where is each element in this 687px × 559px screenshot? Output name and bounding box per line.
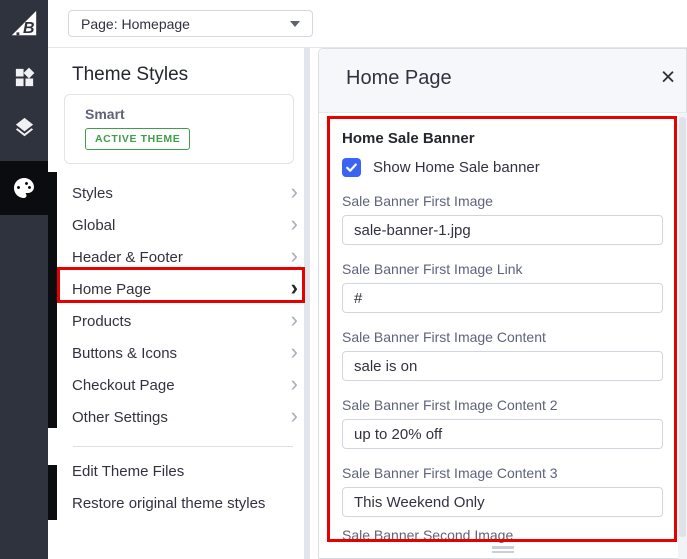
nav-item-label: Other Settings bbox=[72, 408, 168, 426]
rail-active-item bbox=[0, 161, 48, 215]
bigcommerce-logo-icon[interactable]: B bbox=[0, 6, 48, 40]
settings-field: Sale Banner First Image Link bbox=[342, 261, 663, 313]
nav-item-label: Products bbox=[72, 312, 132, 330]
checkbox-label: Show Home Sale banner bbox=[373, 159, 540, 176]
field-label: Sale Banner First Image Content 2 bbox=[342, 397, 558, 413]
theme-styles-sidebar: Theme Styles Smart ACTIVE THEME Styles ›… bbox=[56, 48, 318, 559]
section-heading: Home Sale Banner bbox=[342, 130, 475, 147]
close-icon[interactable]: × bbox=[655, 62, 681, 92]
rail-edge-strip-bottom bbox=[48, 465, 57, 520]
field-label: Sale Banner First Image Content 3 bbox=[342, 465, 558, 481]
nav-item-label: Global bbox=[72, 216, 116, 234]
field-input[interactable] bbox=[342, 419, 663, 449]
chevron-right-icon: › bbox=[290, 339, 298, 364]
palette-icon[interactable] bbox=[0, 161, 48, 215]
sidebar-divider bbox=[73, 446, 293, 447]
chevron-right-icon: › bbox=[290, 211, 298, 236]
settings-field: Sale Banner First Image Content 3 bbox=[342, 465, 663, 517]
theme-editor-window: B Page: Homepage Theme Styles Smart ACTI… bbox=[0, 0, 687, 559]
next-section-label: Sale Banner Second Image bbox=[342, 527, 514, 543]
sidebar-nav-item[interactable]: Styles › bbox=[56, 177, 318, 209]
panel-scrollbar-thumb[interactable] bbox=[679, 117, 686, 537]
sidebar-nav-item[interactable]: Buttons & Icons › bbox=[56, 337, 318, 369]
sidebar-scrollbar[interactable] bbox=[304, 48, 310, 559]
chevron-right-icon: › bbox=[290, 403, 298, 428]
field-label: Sale Banner First Image Content bbox=[342, 329, 546, 345]
chevron-right-icon: › bbox=[290, 179, 298, 204]
nav-item-label: Checkout Page bbox=[72, 376, 175, 394]
scroll-handle-icon bbox=[492, 546, 514, 554]
sidebar-nav-item[interactable]: Products › bbox=[56, 305, 318, 337]
widgets-icon[interactable] bbox=[0, 63, 48, 91]
page-selector-value: Page: Homepage bbox=[81, 15, 190, 32]
check-icon bbox=[346, 163, 357, 172]
sidebar-nav-item[interactable]: Global › bbox=[56, 209, 318, 241]
nav-item-label: Buttons & Icons bbox=[72, 344, 178, 362]
checkbox[interactable] bbox=[342, 158, 361, 177]
active-theme-badge: ACTIVE THEME bbox=[85, 128, 191, 150]
field-label: Sale Banner First Image bbox=[342, 193, 493, 209]
field-input[interactable] bbox=[342, 283, 663, 313]
chevron-right-icon: › bbox=[290, 243, 298, 268]
settings-field: Sale Banner First Image bbox=[342, 193, 663, 245]
chevron-right-icon: › bbox=[290, 275, 298, 300]
field-label: Sale Banner First Image Link bbox=[342, 261, 523, 277]
active-theme-card[interactable]: Smart ACTIVE THEME bbox=[64, 94, 294, 164]
settings-field: Sale Banner First Image Content bbox=[342, 329, 663, 381]
settings-field: Sale Banner First Image Content 2 bbox=[342, 397, 663, 449]
chevron-right-icon: › bbox=[290, 307, 298, 332]
chevron-right-icon: › bbox=[290, 371, 298, 396]
nav-item-label: Home Page bbox=[72, 280, 152, 298]
layers-icon[interactable] bbox=[0, 113, 48, 141]
field-input[interactable] bbox=[342, 487, 663, 517]
show-banner-checkbox-row[interactable]: Show Home Sale banner bbox=[342, 158, 540, 177]
nav-item-label: Styles bbox=[72, 184, 113, 202]
panel-title: Home Page bbox=[346, 67, 452, 89]
theme-name: Smart bbox=[85, 106, 125, 122]
nav-item-label: Header & Footer bbox=[72, 248, 183, 266]
field-input[interactable] bbox=[342, 351, 663, 381]
svg-text:B: B bbox=[23, 20, 35, 37]
restore-theme-styles-link[interactable]: Restore original theme styles bbox=[72, 495, 265, 512]
sidebar-nav-item[interactable]: Header & Footer › bbox=[56, 241, 318, 273]
sidebar-title: Theme Styles bbox=[72, 64, 189, 85]
sidebar-nav: Styles › Global › Header & Footer › Home… bbox=[56, 177, 318, 433]
field-input[interactable] bbox=[342, 215, 663, 245]
caret-down-icon bbox=[290, 20, 300, 27]
sidebar-nav-item[interactable]: Home Page › bbox=[56, 273, 318, 305]
sidebar-nav-item[interactable]: Checkout Page › bbox=[56, 369, 318, 401]
rail-edge-strip-top bbox=[48, 172, 57, 428]
sidebar-nav-item[interactable]: Other Settings › bbox=[56, 401, 318, 433]
home-page-settings-panel: Home Page × Home Sale Banner Show Home S… bbox=[318, 48, 687, 559]
app-rail: B bbox=[0, 0, 48, 559]
page-selector-dropdown[interactable]: Page: Homepage bbox=[68, 10, 313, 37]
edit-theme-files-link[interactable]: Edit Theme Files bbox=[72, 463, 184, 480]
